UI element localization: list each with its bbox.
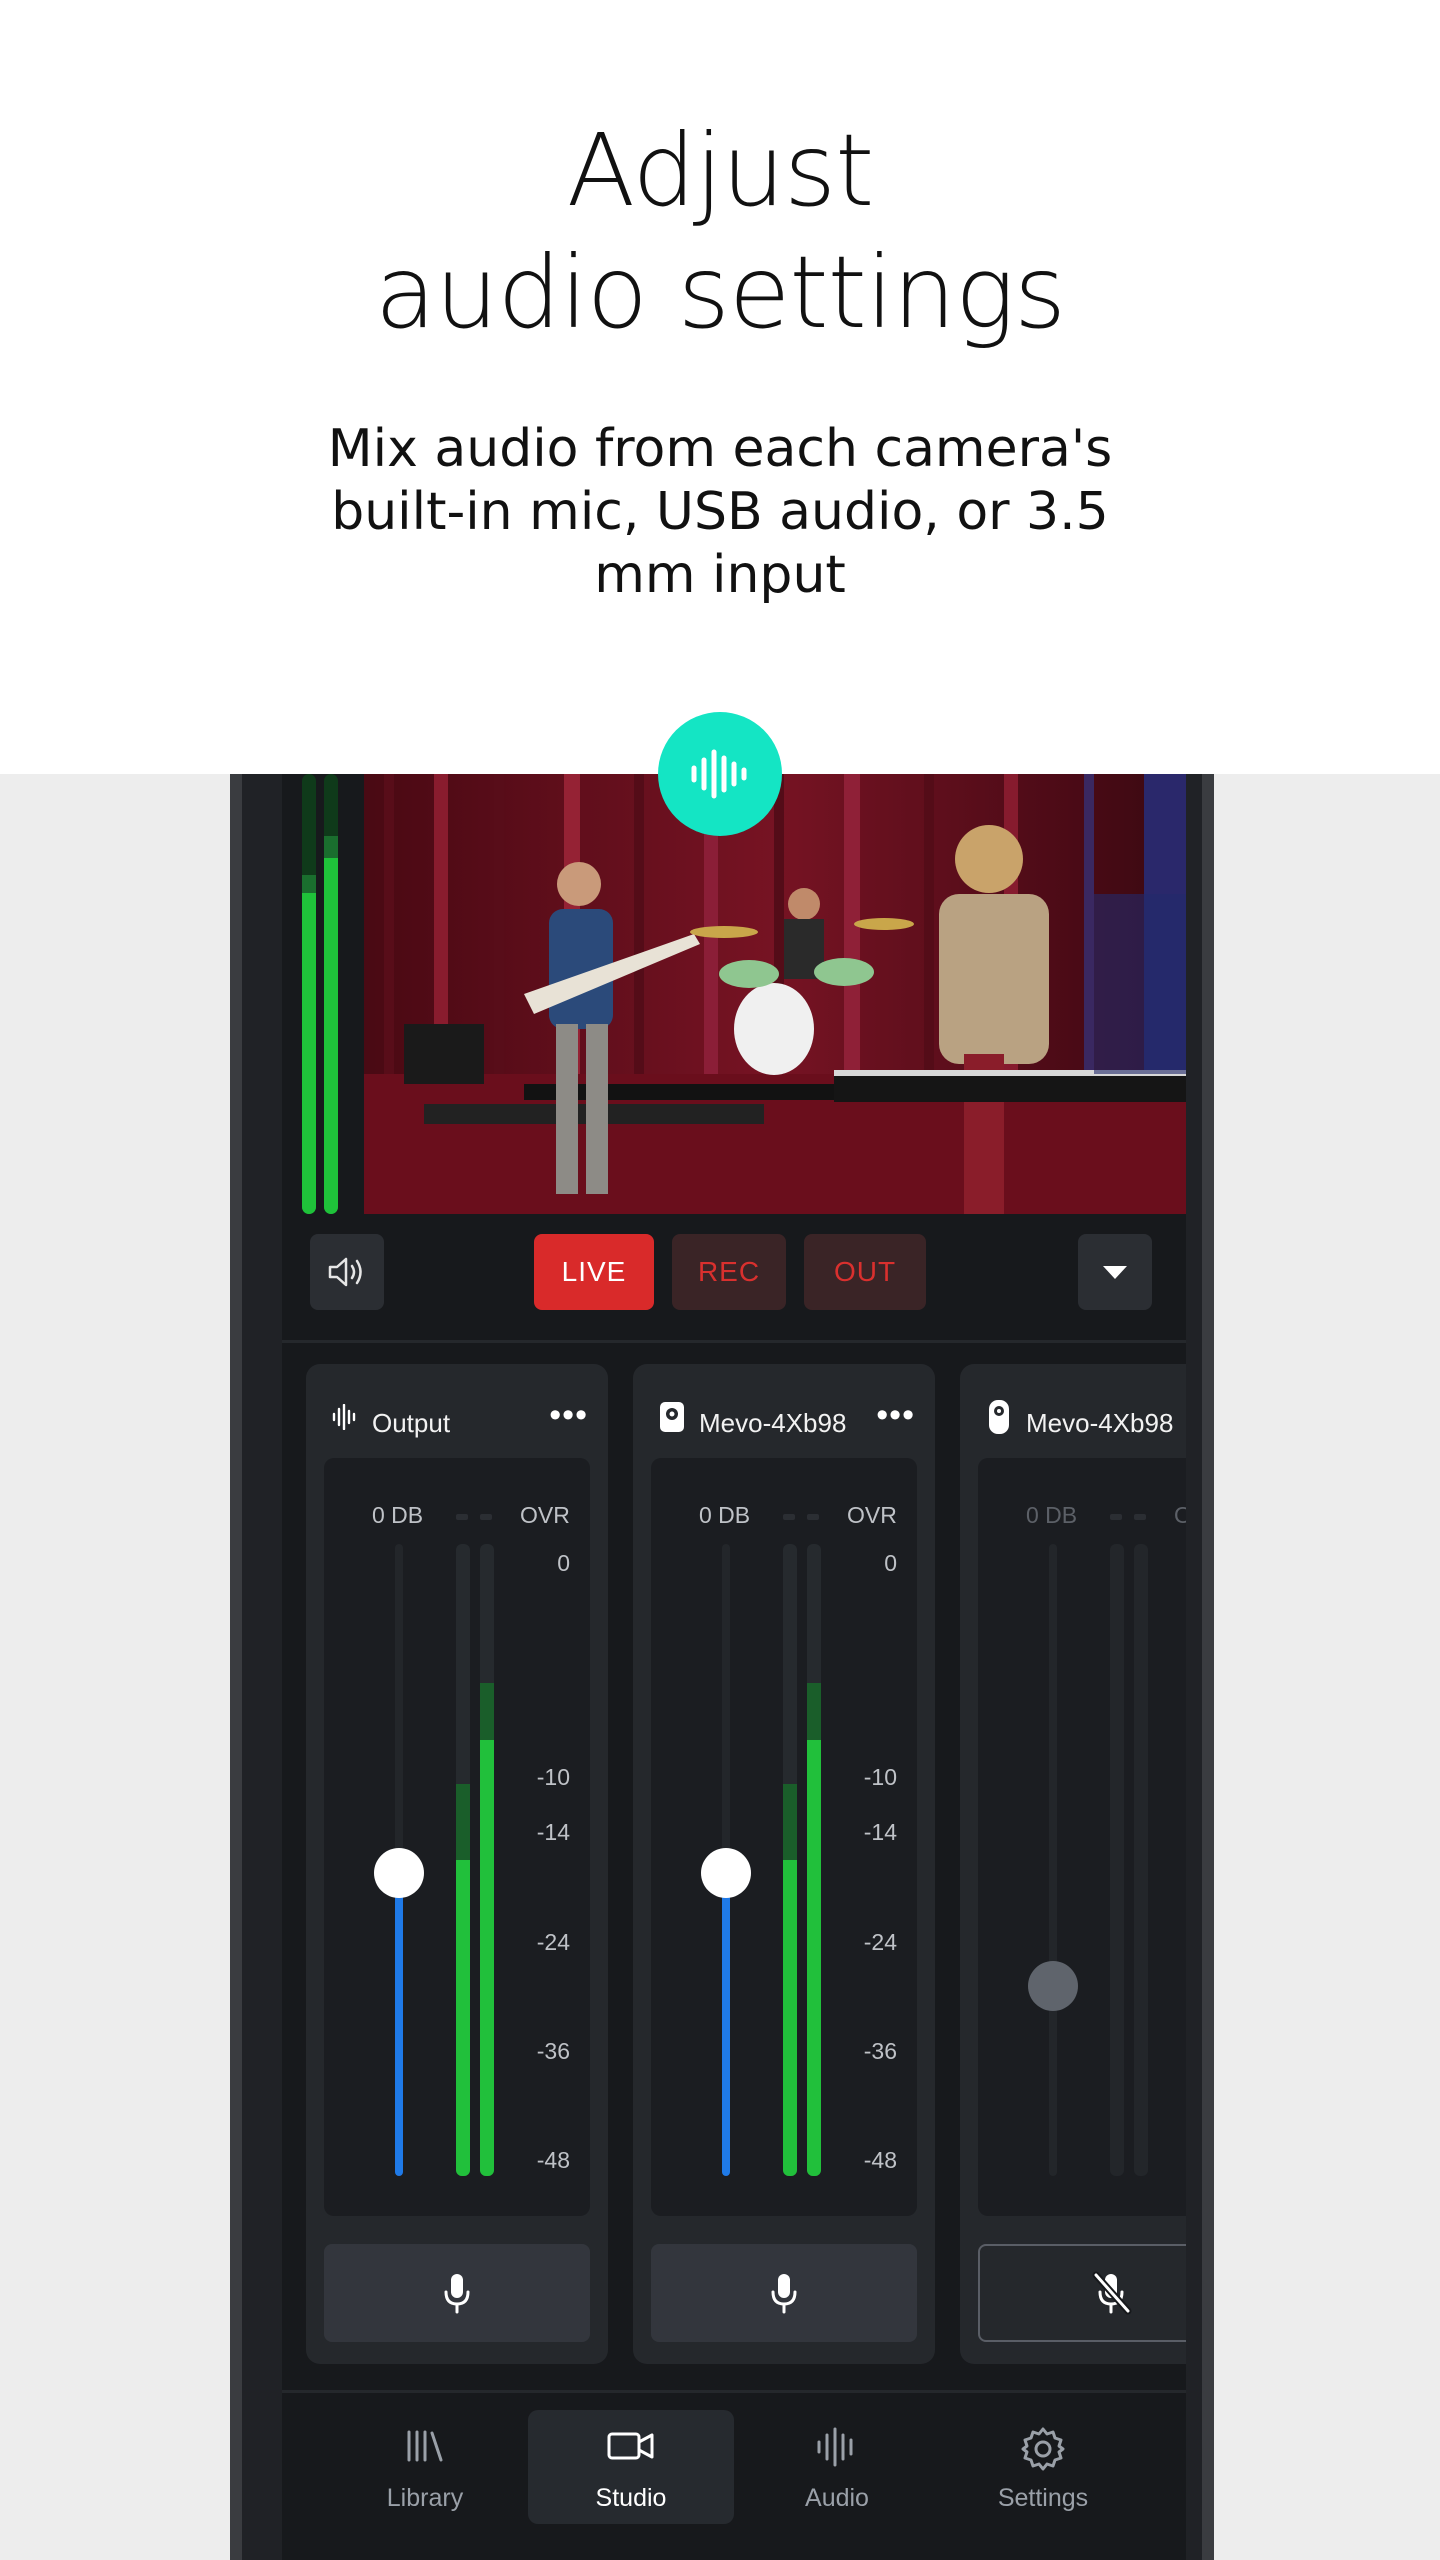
stage-scene-image <box>364 774 1186 1214</box>
audio-waveform-icon <box>817 2427 853 2467</box>
video-camera-icon <box>607 2432 654 2460</box>
channel-name: Mevo-4Xb98 <box>1026 1408 1174 1438</box>
scale-tick-label: -10 <box>536 1764 570 1790</box>
mic-muted-button[interactable] <box>978 2244 1186 2342</box>
divider <box>282 1340 1186 1343</box>
video-meter-right <box>324 774 338 1214</box>
dropdown-button[interactable] <box>1078 1234 1152 1310</box>
nav-divider <box>282 2390 1186 2393</box>
zero-db-label: 0 DB <box>372 1502 424 1528</box>
indicator-dot <box>807 1514 819 1520</box>
indicator-dot <box>480 1514 492 1520</box>
live-button[interactable]: LIVE <box>534 1234 654 1310</box>
indicator-dot <box>1110 1514 1122 1520</box>
channel-name: Output <box>372 1408 451 1438</box>
live-video-preview[interactable] <box>364 774 1186 1214</box>
scale-tick-label: -14 <box>863 1819 897 1845</box>
nav-settings[interactable]: Settings <box>940 2410 1146 2524</box>
page-subtitle: Mix audio from each camera's built-in mi… <box>327 419 1113 605</box>
level-meter-left <box>1110 1544 1124 2176</box>
fader-knob[interactable] <box>701 1847 751 1898</box>
microphone-icon <box>771 2274 797 2314</box>
level-meter-left <box>783 1544 797 2176</box>
zero-db-label: 0 DB <box>699 1502 751 1528</box>
nav-studio[interactable]: Studio <box>528 2410 734 2524</box>
scale-tick-label: -24 <box>536 1929 570 1955</box>
level-panel: 0 DB OVR <box>978 1458 1186 2216</box>
channel-name: Mevo-4Xb98 <box>699 1408 847 1438</box>
mic-toggle-button[interactable] <box>651 2244 917 2342</box>
title-line-2: audio settings <box>374 234 1066 351</box>
microphone-icon <box>444 2274 470 2314</box>
channel-card-mevo-1: Mevo-4Xb98 ••• 0 DB OVR 0 -10 -14 -24 -3… <box>633 1364 935 2364</box>
mic-toggle-button[interactable] <box>324 2244 590 2342</box>
record-button[interactable]: REC <box>672 1234 786 1310</box>
page-title: Adjust audio settings <box>0 110 1440 354</box>
audio-badge <box>658 712 782 836</box>
phone-bezel: LIVE REC OUT Output ••• 0 DB OVR 0 -10 -… <box>242 774 1202 2560</box>
channel-card-mevo-2: Mevo-4Xb98 0 DB OVR <box>960 1364 1186 2364</box>
library-icon <box>407 2430 443 2462</box>
indicator-dot <box>783 1514 795 1520</box>
level-meter-right <box>807 1544 821 2176</box>
scale-tick-label: -10 <box>863 1764 897 1790</box>
overload-label: OVR <box>520 1502 570 1528</box>
scale-tick-label: -24 <box>863 1929 897 1955</box>
scale-tick-label: -48 <box>863 2147 897 2173</box>
audio-waveform-icon <box>328 1400 362 1434</box>
scale-tick-label: -36 <box>536 2038 570 2064</box>
video-meter-left <box>302 774 316 1214</box>
volume-fader[interactable] <box>1049 1544 1057 2176</box>
fader-knob[interactable] <box>1028 1961 1078 2012</box>
hero-section: Adjust audio settings Mix audio from eac… <box>0 0 1440 774</box>
nav-label: Settings <box>997 2484 1089 2512</box>
zero-db-label: 0 DB <box>1026 1502 1078 1528</box>
microphone-muted-icon <box>1092 2271 1132 2315</box>
output-button[interactable]: OUT <box>804 1234 926 1310</box>
caret-down-icon <box>1103 1266 1127 1279</box>
level-meter-left <box>456 1544 470 2176</box>
scale-tick-label: 0 <box>557 1550 570 1576</box>
speaker-button[interactable] <box>310 1234 384 1310</box>
nav-label: Audio <box>805 2484 869 2512</box>
overload-label: OVR <box>1174 1502 1186 1528</box>
level-meter-right <box>1134 1544 1148 2176</box>
speaker-icon <box>328 1257 362 1287</box>
scale-tick-label: 0 <box>884 1550 897 1576</box>
phone-frame: LIVE REC OUT Output ••• 0 DB OVR 0 -10 -… <box>230 774 1214 2560</box>
title-line-1: Adjust <box>566 112 875 229</box>
gear-icon <box>1021 2427 1065 2471</box>
level-panel: 0 DB OVR 0 -10 -14 -24 -36 -48 <box>651 1458 917 2216</box>
nav-label: Library <box>386 2484 464 2512</box>
nav-audio[interactable]: Audio <box>734 2410 940 2524</box>
level-meter-right <box>480 1544 494 2176</box>
scale-tick-label: -14 <box>536 1819 570 1845</box>
camera-icon <box>655 1400 689 1434</box>
indicator-dot <box>1134 1514 1146 1520</box>
level-panel: 0 DB OVR 0 -10 -14 -24 -36 -48 <box>324 1458 590 2216</box>
camera-icon <box>982 1400 1016 1434</box>
nav-library[interactable]: Library <box>322 2410 528 2524</box>
channel-card-output: Output ••• 0 DB OVR 0 -10 -14 -24 -36 -4… <box>306 1364 608 2364</box>
overload-label: OVR <box>847 1502 897 1528</box>
more-options-button[interactable]: ••• <box>876 1396 915 1435</box>
nav-label: Studio <box>595 2484 667 2512</box>
scale-tick-label: -36 <box>863 2038 897 2064</box>
app-screen: LIVE REC OUT Output ••• 0 DB OVR 0 -10 -… <box>282 774 1186 2560</box>
indicator-dot <box>456 1514 468 1520</box>
audio-waveform-icon <box>691 749 747 799</box>
more-options-button[interactable]: ••• <box>549 1396 588 1435</box>
scale-tick-label: -48 <box>536 2147 570 2173</box>
fader-knob[interactable] <box>374 1847 424 1898</box>
